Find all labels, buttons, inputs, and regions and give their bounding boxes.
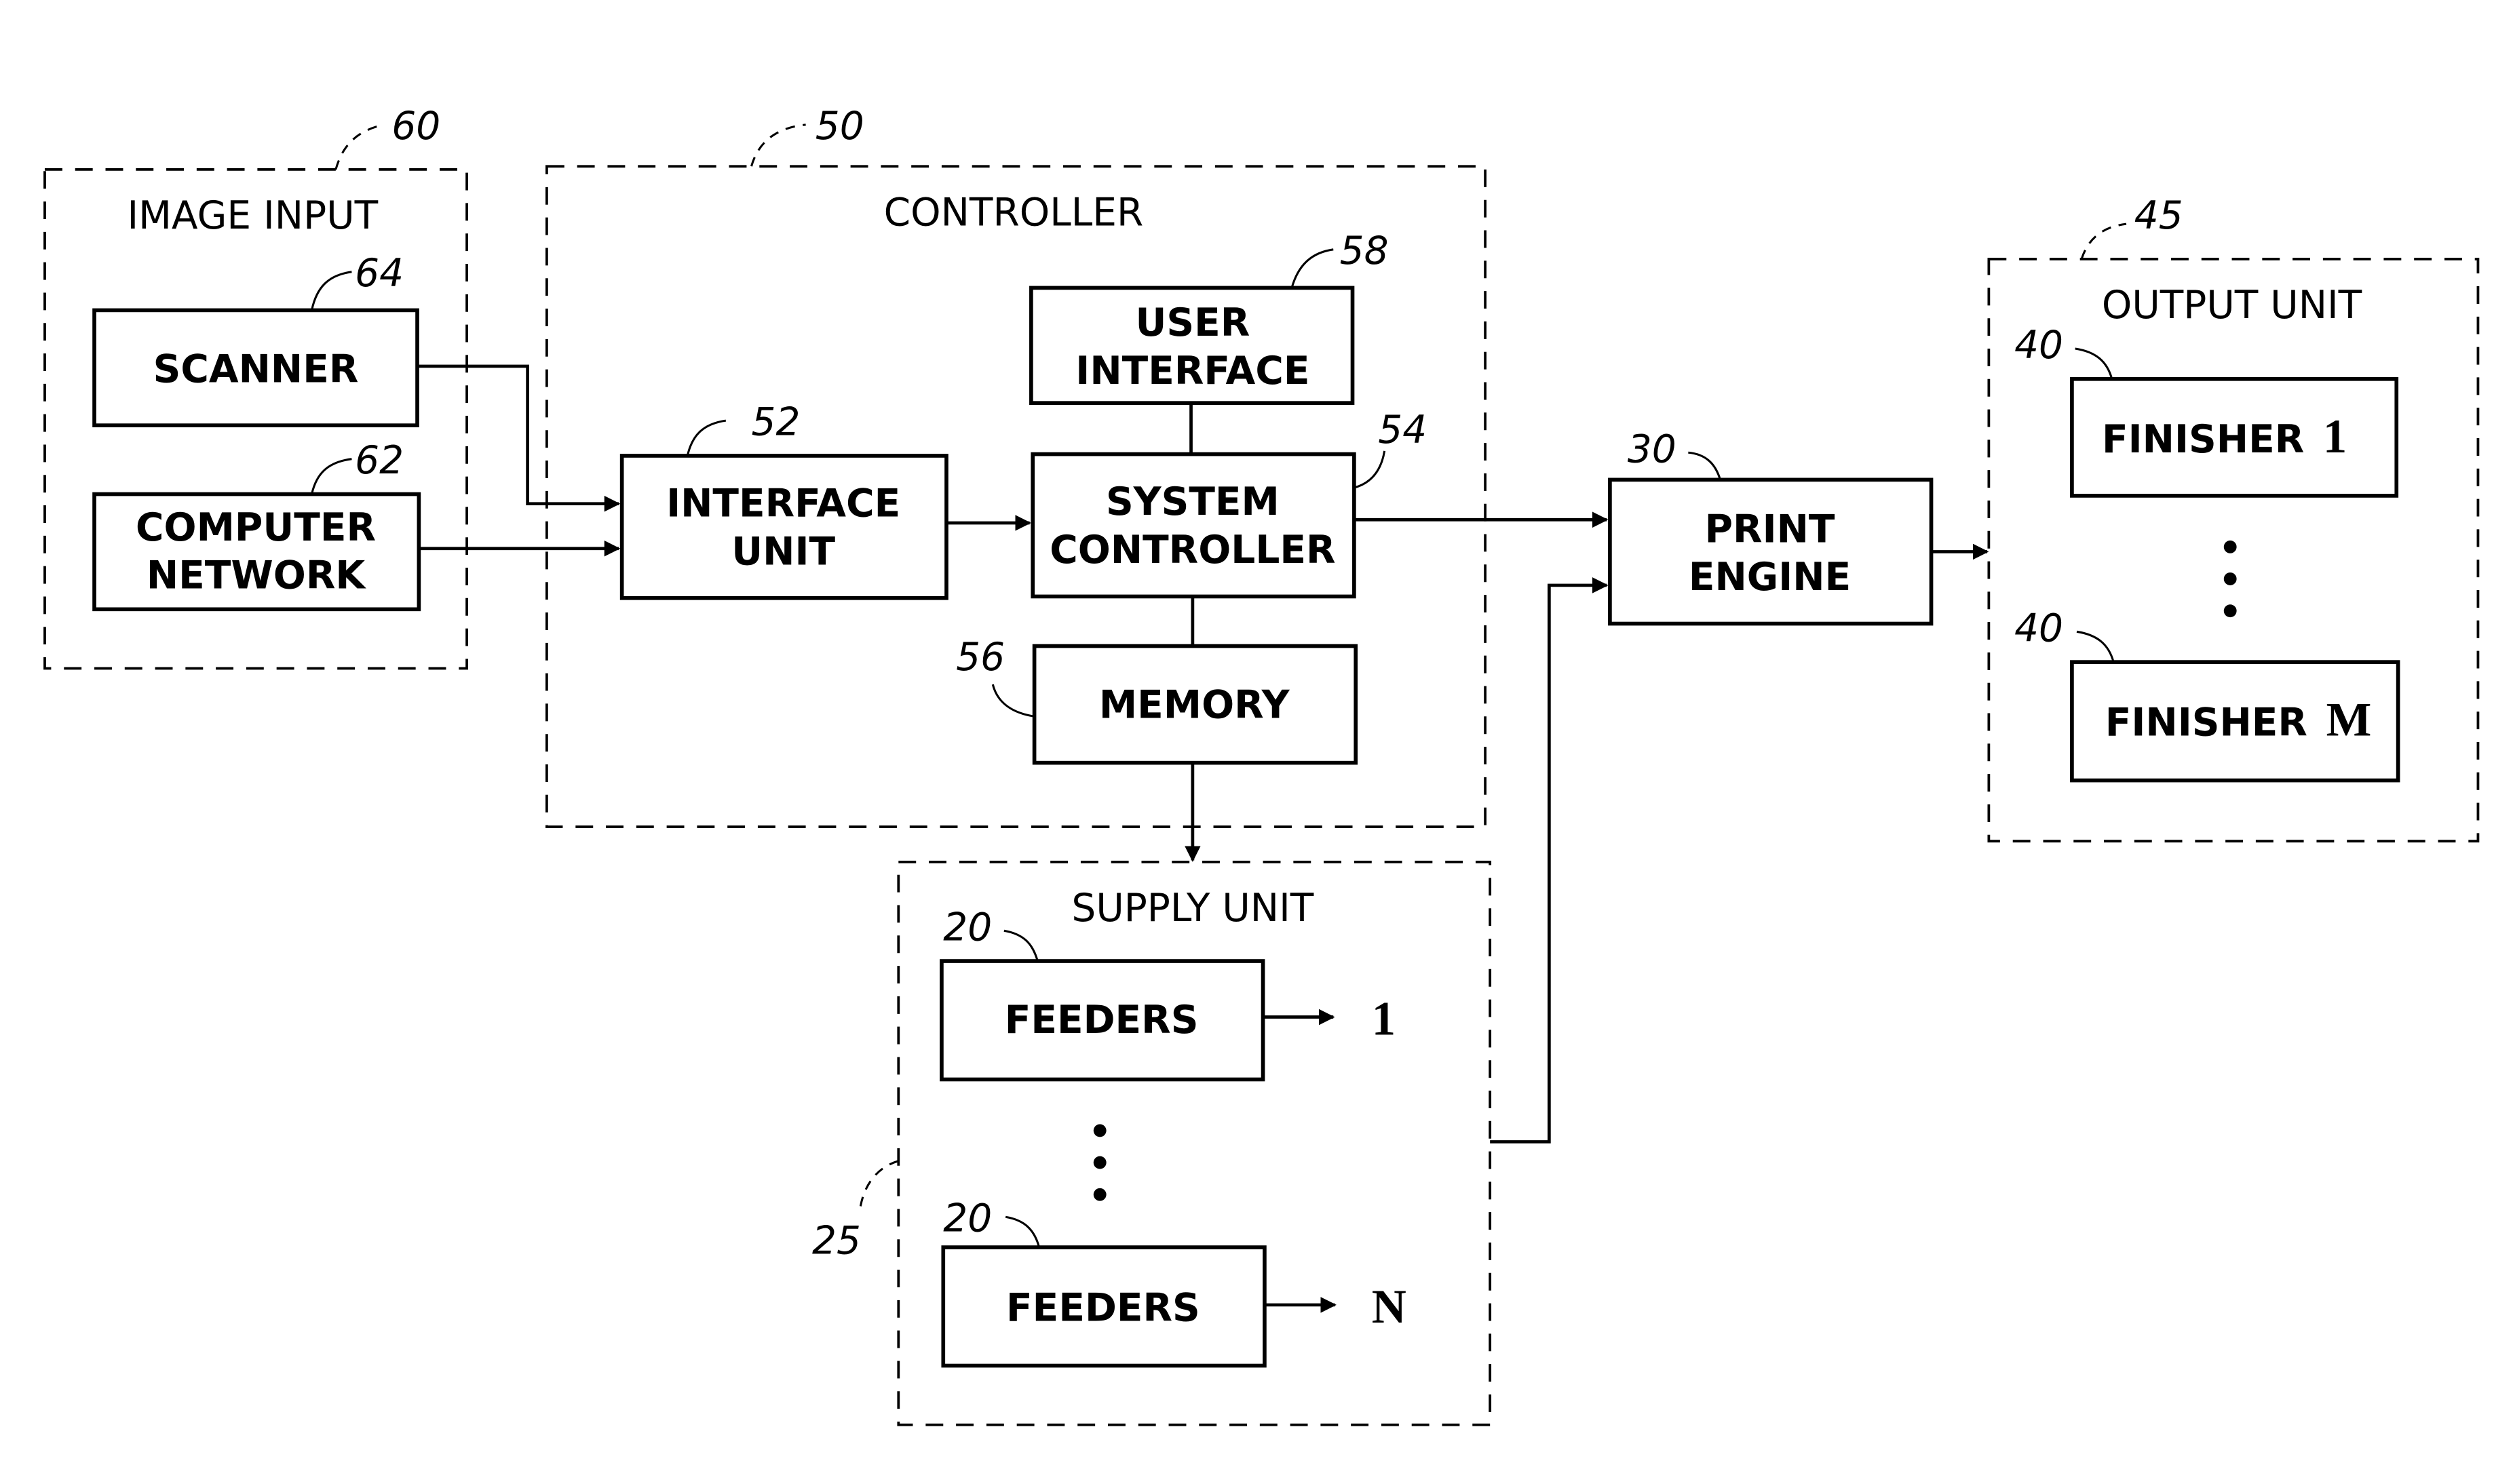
- interface-unit-label-line1: INTERFACE: [666, 482, 900, 526]
- image-input-group: IMAGE INPUT 60 SCANNER 64 COMPUTER NETWO…: [43, 104, 468, 670]
- system-controller-block: SYSTEM CONTROLLER 54: [1031, 408, 1427, 599]
- ellipsis-dot: [2223, 572, 2237, 585]
- finisher-1-index: 1: [2323, 410, 2347, 463]
- computer-network-block: COMPUTER NETWORK 62: [92, 438, 421, 612]
- computer-network-label-line2: NETWORK: [147, 553, 366, 598]
- user-interface-block: USER INTERFACE 58: [1029, 229, 1389, 405]
- print-engine-label-line2: ENGINE: [1689, 555, 1851, 600]
- controller-ref-leader: [750, 123, 806, 167]
- finisher-m-ref: 40: [2014, 606, 2063, 650]
- interface-unit-block: INTERFACE UNIT 52: [619, 399, 948, 600]
- user-interface-label-line2: INTERFACE: [1075, 349, 1309, 393]
- finisher-m-label: FINISHER: [2105, 701, 2307, 745]
- system-controller-ref-leader: [1354, 450, 1386, 489]
- controller-ref: 50: [816, 104, 864, 149]
- feeders-1-output-label: 1: [1372, 992, 1396, 1045]
- feeders-1-ref: 20: [943, 905, 992, 950]
- print-engine-block: PRINT ENGINE 30: [1608, 427, 1934, 626]
- scanner-ref: 64: [355, 251, 404, 296]
- memory-label: MEMORY: [1099, 683, 1290, 728]
- finisher-1-label: FINISHER: [2102, 417, 2304, 462]
- controller-title: CONTROLLER: [884, 190, 1144, 235]
- user-interface-ref: 58: [1340, 229, 1389, 273]
- interface-unit-box: [619, 454, 948, 600]
- ellipsis-dot: [1093, 1124, 1107, 1137]
- memory-ref: 56: [956, 635, 1005, 680]
- print-engine-label-line1: PRINT: [1705, 507, 1835, 551]
- computer-network-label-line1: COMPUTER: [136, 505, 376, 550]
- user-interface-label-line1: USER: [1135, 300, 1250, 345]
- feeders-1-block: FEEDERS 20 1: [940, 905, 1396, 1082]
- ellipsis-dot: [2223, 604, 2237, 618]
- system-controller-label-line2: CONTROLLER: [1050, 528, 1335, 572]
- supply-unit-title: SUPPLY UNIT: [1071, 886, 1313, 931]
- memory-ref-leader: [991, 684, 1035, 718]
- feeders-n-label: FEEDERS: [1006, 1285, 1200, 1330]
- supply-unit-group: SUPPLY UNIT 25 FEEDERS 20 1 FEEDERS 20 N: [812, 860, 1492, 1426]
- ellipsis-dot: [1093, 1156, 1107, 1169]
- output-unit-title: OUTPUT UNIT: [2102, 283, 2362, 328]
- feeders-1-label: FEEDERS: [1005, 998, 1199, 1042]
- finisher-1-ref: 40: [2014, 323, 2063, 368]
- interface-unit-label-line2: UNIT: [731, 529, 835, 574]
- system-controller-box: [1031, 452, 1356, 599]
- finisher-m-block: FINISHER M 40: [2014, 606, 2400, 783]
- scanner-label: SCANNER: [153, 347, 359, 391]
- image-input-ref: 60: [391, 104, 440, 149]
- feeders-n-ref-leader: [1005, 1215, 1041, 1248]
- finisher-1-block: FINISHER 1 40: [2014, 323, 2399, 498]
- finisher-m-index: M: [2326, 694, 2372, 747]
- controller-group: CONTROLLER 50 USER INTERFACE 58 INTERFAC…: [545, 104, 1486, 828]
- output-unit-group: OUTPUT UNIT 45 FINISHER 1 40 FINISHER M …: [1987, 193, 2480, 843]
- computer-network-ref-leader: [311, 458, 352, 494]
- ellipsis-dot: [1093, 1188, 1107, 1201]
- print-engine-ref-leader: [1688, 451, 1721, 480]
- computer-network-ref: 62: [355, 438, 404, 483]
- finisher-1-ref-leader: [2075, 347, 2113, 380]
- print-engine-ref: 30: [1628, 427, 1676, 471]
- image-input-ref-leader: [334, 123, 384, 170]
- user-interface-ref-leader: [1290, 248, 1334, 288]
- finishers-ellipsis: [2223, 540, 2237, 618]
- output-unit-ref: 45: [2134, 193, 2183, 238]
- system-controller-ref: 54: [1378, 408, 1427, 452]
- feeders-ellipsis: [1093, 1124, 1107, 1201]
- supply-unit-ref: 25: [812, 1218, 861, 1263]
- memory-block: MEMORY 56: [956, 635, 1358, 765]
- print-engine-box: [1608, 477, 1934, 626]
- ellipsis-dot: [2223, 540, 2237, 553]
- block-diagram: IMAGE INPUT 60 SCANNER 64 COMPUTER NETWO…: [43, 104, 2480, 1426]
- scanner-block: SCANNER 64: [92, 251, 419, 427]
- scanner-to-interface-arrow: [417, 364, 621, 512]
- interface-unit-ref-leader: [686, 419, 727, 456]
- system-controller-label-line1: SYSTEM: [1106, 480, 1280, 524]
- supply-unit-ref-leader: [859, 1160, 899, 1209]
- feeders-n-block: FEEDERS 20 N: [941, 1196, 1406, 1368]
- scanner-ref-leader: [311, 271, 352, 311]
- feeders-1-ref-leader: [1003, 929, 1039, 962]
- image-input-title: IMAGE INPUT: [127, 193, 378, 238]
- feeders-n-ref: 20: [943, 1196, 992, 1241]
- interface-unit-ref: 52: [752, 399, 801, 444]
- output-unit-ref-leader: [2080, 222, 2127, 260]
- supply-unit-to-print-engine-arrow: [1490, 577, 1609, 1144]
- finisher-m-ref-leader: [2076, 630, 2115, 663]
- feeders-n-output-label: N: [1372, 1281, 1406, 1333]
